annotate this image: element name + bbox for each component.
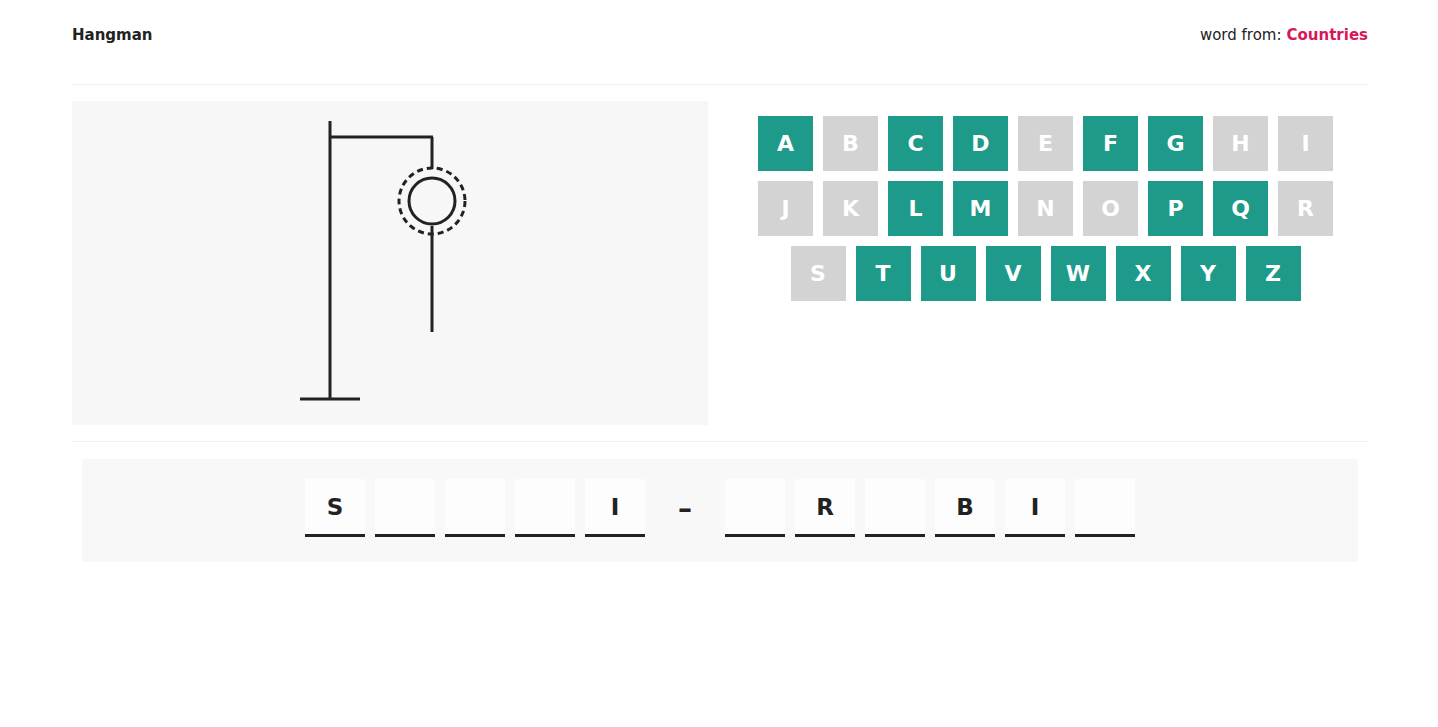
letter-key[interactable]: X bbox=[1116, 246, 1171, 301]
letter-key[interactable]: F bbox=[1083, 116, 1138, 171]
hangman-figure-icon bbox=[72, 101, 708, 425]
body-icon bbox=[431, 226, 434, 332]
header: Hangman word from: Countries bbox=[72, 0, 1368, 70]
letter-slot bbox=[865, 479, 925, 537]
hangman-stage bbox=[72, 101, 708, 425]
letter-key[interactable]: L bbox=[888, 181, 943, 236]
category-link[interactable]: Countries bbox=[1287, 26, 1368, 44]
letter-key: O bbox=[1083, 181, 1138, 236]
letter-key[interactable]: Q bbox=[1213, 181, 1268, 236]
head-icon bbox=[399, 168, 465, 234]
word-dash: – bbox=[655, 479, 715, 537]
letter-key: S bbox=[791, 246, 846, 301]
letter-slot: R bbox=[795, 479, 855, 537]
letter-key[interactable]: Y bbox=[1181, 246, 1236, 301]
letter-key: E bbox=[1018, 116, 1073, 171]
letter-key[interactable]: M bbox=[953, 181, 1008, 236]
letter-key: N bbox=[1018, 181, 1073, 236]
game-area: ABCDEFGHI JKLMNOPQR STUVWXYZ bbox=[72, 101, 1368, 425]
gallows-pole-icon bbox=[329, 121, 332, 399]
app-title: Hangman bbox=[72, 26, 153, 44]
letter-key[interactable]: T bbox=[856, 246, 911, 301]
letter-slot: I bbox=[585, 479, 645, 537]
letter-slot bbox=[1075, 479, 1135, 537]
letter-key: B bbox=[823, 116, 878, 171]
letter-key[interactable]: V bbox=[986, 246, 1041, 301]
gallows-beam-icon bbox=[330, 136, 433, 139]
letter-slot bbox=[445, 479, 505, 537]
keyboard: ABCDEFGHI JKLMNOPQR STUVWXYZ bbox=[708, 101, 1368, 425]
letter-key: J bbox=[758, 181, 813, 236]
letter-key[interactable]: W bbox=[1051, 246, 1106, 301]
word-panel: SI–RBI bbox=[82, 459, 1358, 562]
letter-key: R bbox=[1278, 181, 1333, 236]
divider bbox=[72, 441, 1368, 442]
letter-key[interactable]: G bbox=[1148, 116, 1203, 171]
letter-key[interactable]: P bbox=[1148, 181, 1203, 236]
letter-slot bbox=[725, 479, 785, 537]
page: Hangmanword from:CountriesABCDEFGHIJKLMN… bbox=[72, 0, 1368, 562]
letter-key: I bbox=[1278, 116, 1333, 171]
source-label: word from: bbox=[1200, 26, 1282, 44]
letter-key[interactable]: Z bbox=[1246, 246, 1301, 301]
keyboard-row: STUVWXYZ bbox=[723, 246, 1368, 301]
letter-key: K bbox=[823, 181, 878, 236]
letter-key[interactable]: D bbox=[953, 116, 1008, 171]
letter-key[interactable]: U bbox=[921, 246, 976, 301]
word-source: word from: Countries bbox=[1200, 26, 1368, 44]
letter-slot: I bbox=[1005, 479, 1065, 537]
letter-slot bbox=[515, 479, 575, 537]
keyboard-row: ABCDEFGHI bbox=[723, 116, 1368, 171]
letter-key[interactable]: A bbox=[758, 116, 813, 171]
letter-slot: B bbox=[935, 479, 995, 537]
divider bbox=[72, 84, 1368, 85]
letter-slot bbox=[375, 479, 435, 537]
rope-icon bbox=[431, 137, 434, 169]
keyboard-row: JKLMNOPQR bbox=[723, 181, 1368, 236]
letter-key: H bbox=[1213, 116, 1268, 171]
letter-slot: S bbox=[305, 479, 365, 537]
letter-key[interactable]: C bbox=[888, 116, 943, 171]
